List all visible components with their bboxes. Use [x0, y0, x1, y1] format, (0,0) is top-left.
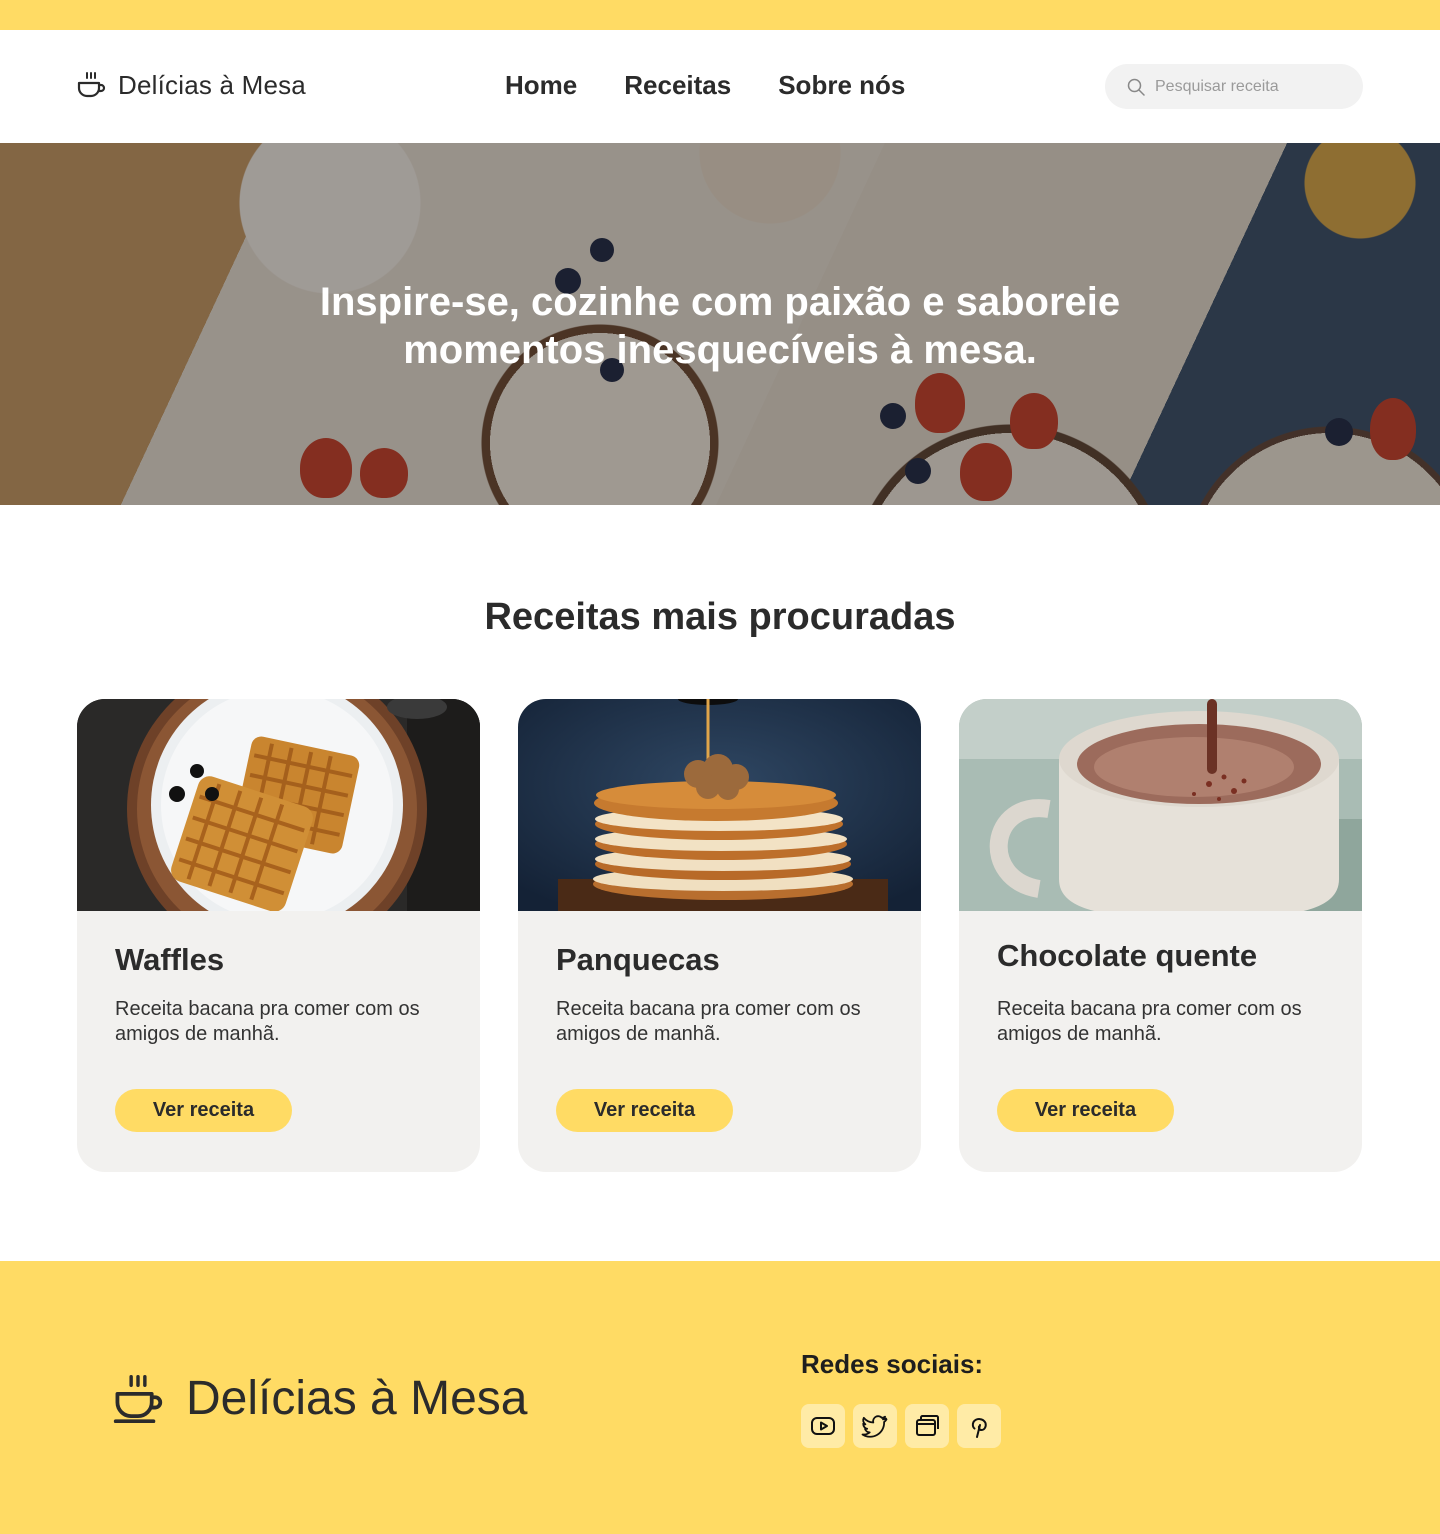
- recipe-card-panquecas: Panquecas Receita bacana pra comer com o…: [518, 699, 921, 1172]
- view-recipe-button[interactable]: Ver receita: [556, 1089, 733, 1132]
- section-title: Receitas mais procuradas: [484, 596, 956, 638]
- social-links: [801, 1404, 1001, 1448]
- site-logo[interactable]: Delícias à Mesa: [76, 70, 306, 101]
- social-title: Redes sociais:: [801, 1349, 984, 1379]
- main-nav: Home Receitas Sobre nós: [505, 70, 905, 101]
- hero-banner: Inspire-se, cozinhe com paixão e saborei…: [0, 143, 1440, 505]
- view-recipe-button[interactable]: Ver receita: [115, 1089, 292, 1132]
- nav-link-sobre[interactable]: Sobre nós: [778, 70, 905, 101]
- site-header: Delícias à Mesa Home Receitas Sobre nós: [0, 30, 1440, 143]
- site-footer: Delícias à Mesa Redes sociais:: [0, 1261, 1440, 1534]
- youtube-link[interactable]: [801, 1404, 845, 1448]
- search-input[interactable]: [1155, 77, 1345, 96]
- hot-chocolate-photo: [959, 699, 1362, 911]
- pinterest-icon: [971, 1418, 987, 1438]
- twitter-link[interactable]: [853, 1404, 897, 1448]
- nav-link-receitas[interactable]: Receitas: [624, 70, 731, 101]
- card-description: Receita bacana pra comer com os amigos d…: [556, 998, 861, 1045]
- card-title: Panquecas: [556, 942, 720, 977]
- browser-icon: [916, 1415, 939, 1436]
- card-description: Receita bacana pra comer com os amigos d…: [115, 998, 420, 1045]
- coffee-cup-icon: [113, 1374, 163, 1423]
- footer-site-name: Delícias à Mesa: [186, 1372, 528, 1425]
- card-title: Waffles: [115, 942, 225, 977]
- youtube-icon: [811, 1417, 835, 1435]
- hero-title: Inspire-se, cozinhe com paixão e saborei…: [319, 280, 1121, 372]
- nav-link-home[interactable]: Home: [505, 70, 577, 101]
- pinterest-link[interactable]: [957, 1404, 1001, 1448]
- footer-logo[interactable]: Delícias à Mesa: [112, 1371, 527, 1426]
- browser-link[interactable]: [905, 1404, 949, 1448]
- waffles-photo: [77, 699, 480, 911]
- twitter-icon: [861, 1415, 888, 1438]
- search-box: [1105, 64, 1363, 109]
- search-icon: [1127, 78, 1145, 96]
- card-title: Chocolate quente: [997, 938, 1258, 973]
- coffee-cup-icon: [77, 71, 106, 97]
- card-description: Receita bacana pra comer com os amigos d…: [997, 998, 1302, 1045]
- recipe-card-waffles: Waffles Receita bacana pra comer com os …: [77, 699, 480, 1172]
- recipe-card-chocolate-quente: Chocolate quente Receita bacana pra come…: [959, 699, 1362, 1172]
- site-name: Delícias à Mesa: [118, 70, 306, 100]
- top-accent-bar: [0, 0, 1440, 30]
- view-recipe-button[interactable]: Ver receita: [997, 1089, 1174, 1132]
- pancakes-photo: [518, 699, 921, 911]
